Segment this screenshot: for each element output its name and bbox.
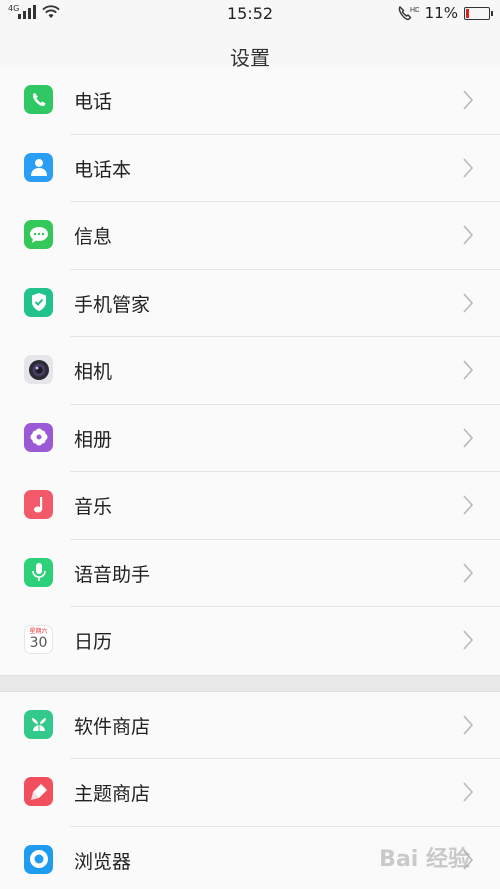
settings-item-label: 软件商店 xyxy=(74,715,151,738)
settings-item-label: 浏览器 xyxy=(74,850,132,873)
chevron-right-icon xyxy=(463,292,474,313)
voice-assistant-icon xyxy=(24,557,53,587)
photos-icon xyxy=(24,422,53,452)
settings-item-voice-assistant[interactable]: 语音助手 xyxy=(0,539,500,607)
settings-item-label: 语音助手 xyxy=(74,563,151,586)
settings-item-label: 手机管家 xyxy=(74,293,151,316)
contacts-icon xyxy=(24,152,53,182)
settings-item-photos[interactable]: 相册 xyxy=(0,404,500,472)
chevron-right-icon xyxy=(463,714,474,735)
chevron-right-icon xyxy=(463,495,474,515)
settings-item-messages[interactable]: 信息 xyxy=(0,202,500,270)
settings-item-label: 相机 xyxy=(74,361,113,383)
phone-manager-icon xyxy=(24,287,53,317)
chevron-right-icon xyxy=(463,427,474,448)
settings-item-music[interactable]: 音乐 xyxy=(0,472,500,540)
calendar-weekday: 星期六 xyxy=(29,628,48,635)
chevron-right-icon xyxy=(463,782,474,802)
music-icon xyxy=(24,490,53,519)
status-right: HD 11% xyxy=(397,4,493,22)
settings-item-label: 相册 xyxy=(74,428,113,451)
settings-list[interactable]: 电话电话本信息手机管家相机相册音乐语音助手星期六 30 日历软件商店主题商店浏览器 xyxy=(0,67,500,889)
theme-store-icon xyxy=(24,777,53,806)
settings-item-phone[interactable]: 电话 xyxy=(0,67,500,135)
calendar-icon: 星期六 30 xyxy=(24,625,53,654)
status-bar: 4G 15:52 HD 11% xyxy=(0,0,500,28)
settings-item-app-store[interactable]: 软件商店 xyxy=(0,691,500,759)
settings-item-label: 电话本 xyxy=(74,158,132,181)
browser-icon xyxy=(24,844,53,874)
settings-item-contacts[interactable]: 电话本 xyxy=(0,134,500,202)
battery-level-fill xyxy=(466,8,469,18)
settings-item-label: 电话 xyxy=(74,91,113,113)
messages-icon xyxy=(24,220,53,249)
settings-item-phone-manager[interactable]: 手机管家 xyxy=(0,269,500,337)
chevron-right-icon xyxy=(463,225,474,245)
settings-item-label: 音乐 xyxy=(74,496,113,518)
settings-item-theme-store[interactable]: 主题商店 xyxy=(0,759,500,827)
chevron-right-icon xyxy=(463,360,474,380)
camera-icon xyxy=(24,355,53,384)
chevron-right-icon xyxy=(463,157,474,178)
settings-item-camera[interactable]: 相机 xyxy=(0,337,500,405)
settings-item-label: 日历 xyxy=(74,631,113,653)
calendar-day: 30 xyxy=(29,635,48,651)
svg-text:HD: HD xyxy=(410,7,419,14)
section-gap xyxy=(0,674,500,692)
chevron-right-icon xyxy=(463,562,474,583)
chevron-right-icon xyxy=(463,630,474,650)
chevron-right-icon xyxy=(463,90,474,110)
settings-item-calendar[interactable]: 星期六 30 日历 xyxy=(0,607,500,675)
watermark: Bai 经验 xyxy=(379,847,470,872)
settings-item-label: 主题商店 xyxy=(74,783,151,805)
phone-icon xyxy=(24,85,53,114)
settings-item-label: 信息 xyxy=(74,226,113,248)
battery-percent: 11% xyxy=(424,4,458,22)
app-store-icon xyxy=(24,709,53,739)
hd-call-icon: HD xyxy=(398,6,419,21)
battery-icon xyxy=(464,6,493,20)
